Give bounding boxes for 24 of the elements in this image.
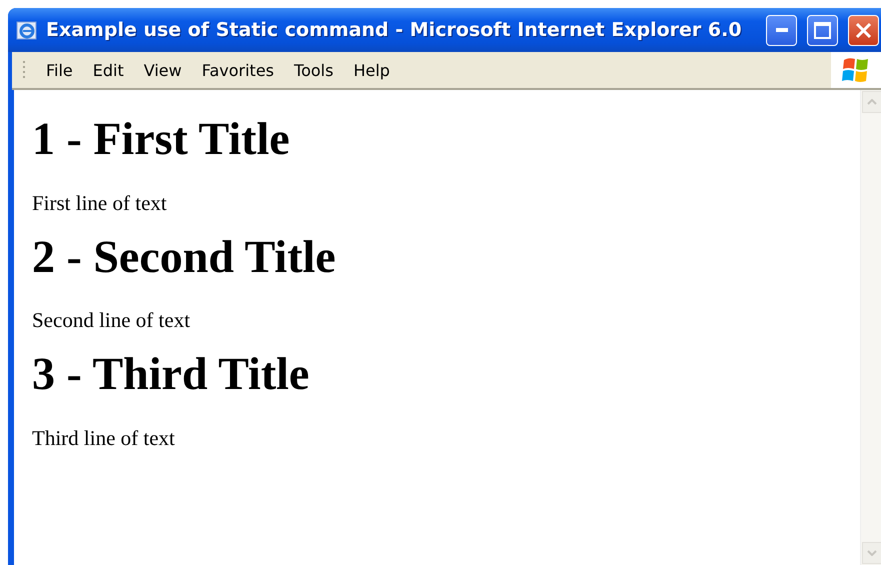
maximize-button[interactable] <box>807 14 838 46</box>
close-button[interactable] <box>848 14 879 46</box>
browser-logo-icon <box>16 19 38 41</box>
windows-flag-logo <box>831 52 881 88</box>
toolbar-grip-icon <box>22 59 26 81</box>
body-text: Third line of text <box>32 426 175 451</box>
chevron-up-icon <box>867 99 877 105</box>
maximize-icon <box>814 22 831 38</box>
menu-item[interactable]: Help <box>343 60 400 80</box>
menu-item[interactable]: View <box>134 60 192 80</box>
close-icon <box>855 22 872 38</box>
page-heading: 2 - Second Title <box>32 232 336 282</box>
menu-item[interactable]: Tools <box>284 60 344 80</box>
menu-item[interactable]: Edit <box>82 60 134 80</box>
chevron-down-icon <box>867 550 877 556</box>
minimize-icon <box>776 28 788 32</box>
menu-item[interactable]: Favorites <box>192 60 284 80</box>
window-title: Example use of Static command - Microsoft Internet Explorer 6.0 <box>46 19 743 41</box>
body-text: Second line of text <box>32 308 190 334</box>
page-heading: 3 - Third Title <box>32 349 310 400</box>
page-heading: 1 - First Title <box>32 114 290 165</box>
minimize-button[interactable] <box>766 14 797 46</box>
menu-item[interactable]: File <box>36 60 83 80</box>
body-text: First line of text <box>32 190 167 216</box>
